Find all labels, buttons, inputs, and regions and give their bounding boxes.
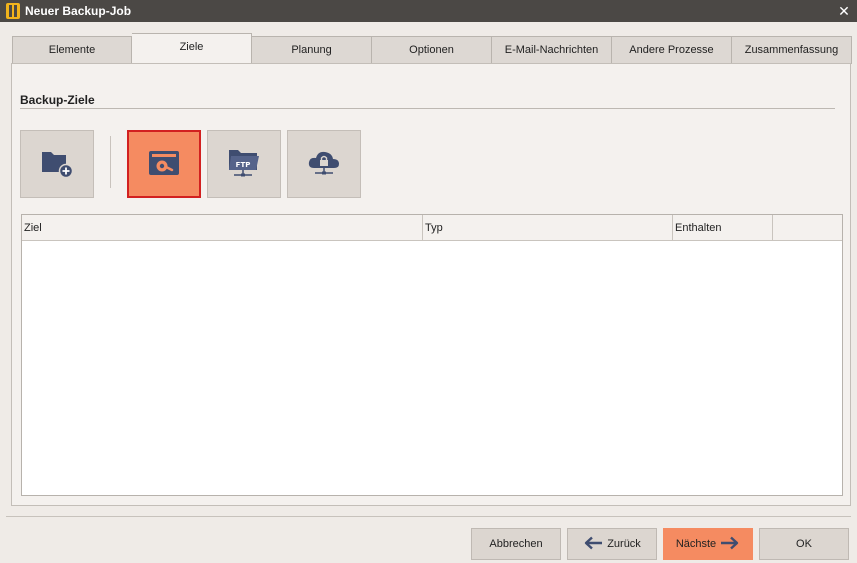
back-button-label: Zurück [607,538,641,550]
cloud-destination-button[interactable] [287,130,361,198]
window-title: Neuer Backup-Job [25,4,132,18]
ftp-destination-button[interactable]: FTP [207,130,281,198]
tab-email-nachrichten[interactable]: E-Mail-Nachrichten [492,36,612,64]
ok-button[interactable]: OK [759,528,849,560]
column-header-enthalten[interactable]: Enthalten [673,215,773,240]
table-header: Ziel Typ Enthalten [22,215,842,241]
section-divider [20,108,835,109]
local-disk-destination-button[interactable] [127,130,201,198]
title-bar: Neuer Backup-Job ✕ [0,0,857,22]
column-header-typ[interactable]: Typ [423,215,673,240]
back-button[interactable]: Zurück [567,528,657,560]
cancel-button-label: Abbrechen [489,538,543,550]
tab-elemente[interactable]: Elemente [12,36,132,64]
app-logo-icon [6,3,20,19]
table-body[interactable] [22,241,842,495]
tab-planung[interactable]: Planung [252,36,372,64]
ok-button-label: OK [796,538,812,550]
arrow-right-icon [720,536,740,553]
arrow-left-icon [583,536,603,553]
cloud-lock-icon [306,146,342,183]
footer-divider [6,516,851,517]
column-header-empty[interactable] [773,215,842,240]
destinations-table[interactable]: Ziel Typ Enthalten [21,214,843,496]
next-button-label: Nächste [675,538,717,550]
tab-ziele[interactable]: Ziele [132,33,252,63]
svg-text:FTP: FTP [236,161,251,169]
cancel-button[interactable]: Abbrechen [471,528,561,560]
tab-panel: Backup-Ziele FTP Ziel Typ Enthalten [11,63,851,506]
section-title: Backup-Ziele [20,93,95,107]
folder-add-icon [40,147,74,182]
local-disk-icon [147,148,181,181]
next-button[interactable]: Nächste [663,528,753,560]
tab-bar: Elemente Ziele Planung Optionen E-Mail-N… [12,33,852,64]
column-header-ziel[interactable]: Ziel [22,215,423,240]
close-button[interactable]: ✕ [835,2,853,20]
ftp-folder-icon: FTP [226,146,262,183]
tab-optionen[interactable]: Optionen [372,36,492,64]
tab-zusammenfassung[interactable]: Zusammenfassung [732,36,852,64]
add-folder-destination-button[interactable] [20,130,94,198]
tab-andere-prozesse[interactable]: Andere Prozesse [612,36,732,64]
toolbar-separator [110,136,111,188]
